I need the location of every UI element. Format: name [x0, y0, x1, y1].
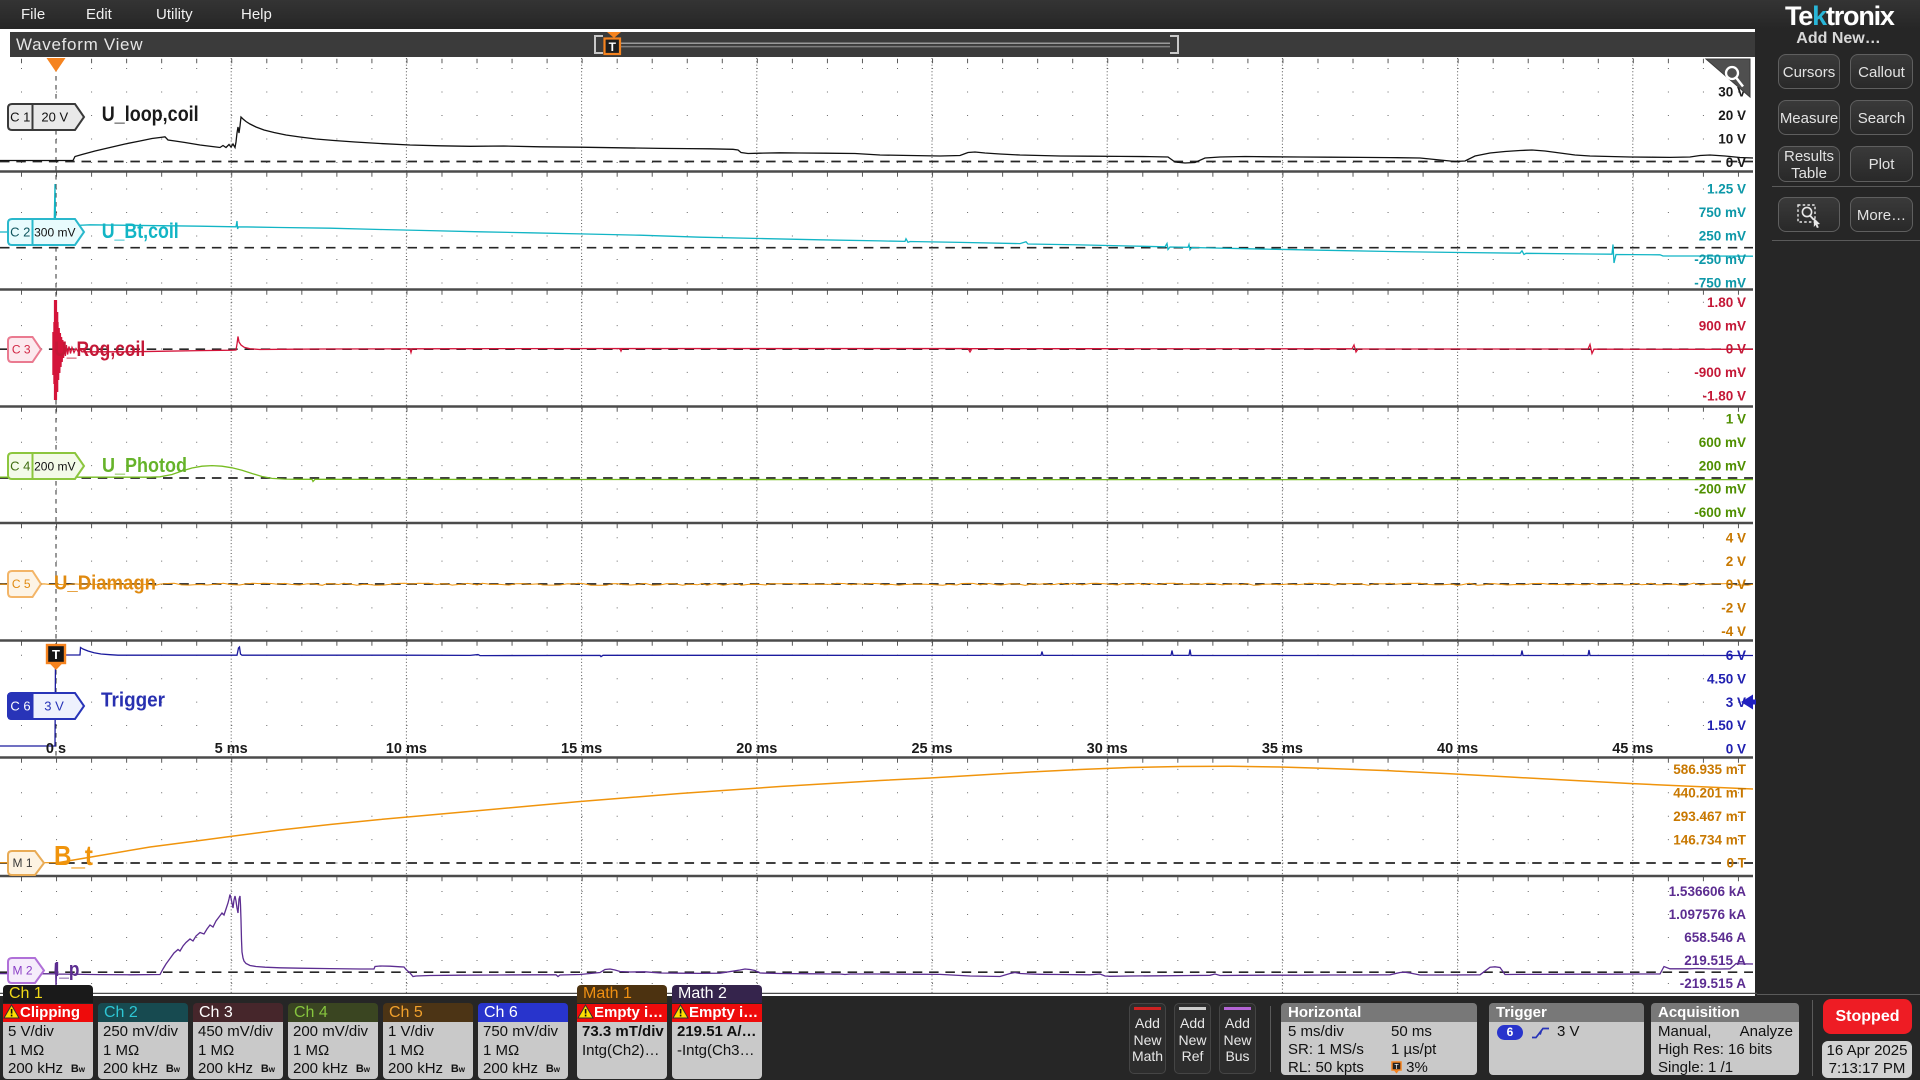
svg-text:-250 mV: -250 mV — [1694, 252, 1746, 267]
svg-text:-900 mV: -900 mV — [1694, 365, 1746, 380]
svg-text:M 1: M 1 — [12, 856, 32, 870]
svg-text:T: T — [52, 647, 60, 662]
svg-text:20 V: 20 V — [1718, 108, 1746, 123]
svg-text:900 mV: 900 mV — [1699, 318, 1746, 333]
svg-text:10 V: 10 V — [1718, 132, 1746, 147]
svg-text:25 ms: 25 ms — [911, 741, 952, 757]
svg-text:T: T — [1394, 1064, 1399, 1071]
svg-text:T: T — [609, 40, 617, 54]
svg-text:586.935 mT: 586.935 mT — [1673, 762, 1747, 777]
svg-text:0 s: 0 s — [46, 741, 66, 757]
svg-text:200 mV: 200 mV — [1699, 458, 1746, 473]
svg-text:-4 V: -4 V — [1721, 624, 1746, 639]
svg-text:750 mV: 750 mV — [1699, 205, 1746, 220]
svg-text:-750 mV: -750 mV — [1694, 276, 1746, 291]
svg-text:20 V: 20 V — [41, 110, 68, 125]
svg-text:1.50 V: 1.50 V — [1707, 718, 1746, 733]
svg-text:U_Bt,coil: U_Bt,coil — [102, 220, 179, 243]
svg-text:293.467 mT: 293.467 mT — [1673, 809, 1747, 824]
svg-text:10 ms: 10 ms — [386, 741, 427, 757]
svg-text:1.80 V: 1.80 V — [1707, 295, 1746, 310]
svg-text:U_Rog,coil: U_Rog,coil — [54, 338, 145, 361]
svg-text:-1.80 V: -1.80 V — [1702, 389, 1746, 404]
svg-text:-2 V: -2 V — [1721, 601, 1746, 616]
svg-text:C 6: C 6 — [10, 699, 30, 714]
svg-text:300 mV: 300 mV — [34, 226, 75, 240]
svg-text:-219.515 A: -219.515 A — [1680, 976, 1747, 991]
svg-text:C 3: C 3 — [12, 343, 31, 357]
svg-text:1.097576 kA: 1.097576 kA — [1669, 907, 1747, 922]
svg-text:440.201 mT: 440.201 mT — [1673, 786, 1747, 801]
svg-text:20 ms: 20 ms — [736, 741, 777, 757]
svg-text:1 V: 1 V — [1726, 412, 1746, 427]
svg-text:6 V: 6 V — [1726, 648, 1746, 663]
svg-text:2 V: 2 V — [1726, 554, 1746, 569]
svg-text:4.50 V: 4.50 V — [1707, 671, 1746, 686]
svg-text:200 mV: 200 mV — [34, 460, 75, 474]
svg-text:658.546 A: 658.546 A — [1684, 930, 1746, 945]
svg-text:Trigger: Trigger — [101, 690, 165, 712]
svg-text:0 T: 0 T — [1726, 856, 1746, 871]
svg-text:U_Photod: U_Photod — [102, 454, 187, 477]
svg-text:45 ms: 45 ms — [1612, 741, 1653, 757]
svg-text:C 1: C 1 — [10, 110, 30, 125]
svg-text:C 5: C 5 — [12, 577, 31, 591]
svg-text:0 V: 0 V — [1726, 577, 1746, 592]
svg-text:0 V: 0 V — [1726, 742, 1746, 757]
svg-text:C 4: C 4 — [10, 459, 30, 474]
svg-text:U_Diamagn: U_Diamagn — [54, 573, 156, 595]
svg-text:B_t: B_t — [54, 840, 93, 871]
svg-text:1.536606 kA: 1.536606 kA — [1669, 884, 1747, 899]
svg-text:0 V: 0 V — [1726, 155, 1746, 170]
svg-text:40 ms: 40 ms — [1437, 741, 1478, 757]
svg-text:4 V: 4 V — [1726, 530, 1746, 545]
svg-text:250 mV: 250 mV — [1699, 229, 1746, 244]
svg-text:-600 mV: -600 mV — [1694, 505, 1746, 520]
svg-text:3 V: 3 V — [44, 699, 64, 714]
svg-text:U_loop,coil: U_loop,coil — [102, 102, 199, 126]
svg-text:-200 mV: -200 mV — [1694, 482, 1746, 497]
svg-text:C 2: C 2 — [10, 225, 30, 240]
svg-text:1.25 V: 1.25 V — [1707, 182, 1746, 197]
svg-text:600 mV: 600 mV — [1699, 435, 1746, 450]
svg-text:I_p: I_p — [55, 959, 80, 981]
svg-text:30 ms: 30 ms — [1087, 741, 1128, 757]
svg-text:146.734 mT: 146.734 mT — [1673, 832, 1747, 847]
svg-text:15 ms: 15 ms — [561, 741, 602, 757]
svg-text:35 ms: 35 ms — [1262, 741, 1303, 757]
svg-text:219.515 A: 219.515 A — [1684, 953, 1746, 968]
svg-text:5 ms: 5 ms — [215, 741, 248, 757]
svg-text:0 V: 0 V — [1726, 342, 1746, 357]
svg-text:M 2: M 2 — [12, 964, 32, 978]
